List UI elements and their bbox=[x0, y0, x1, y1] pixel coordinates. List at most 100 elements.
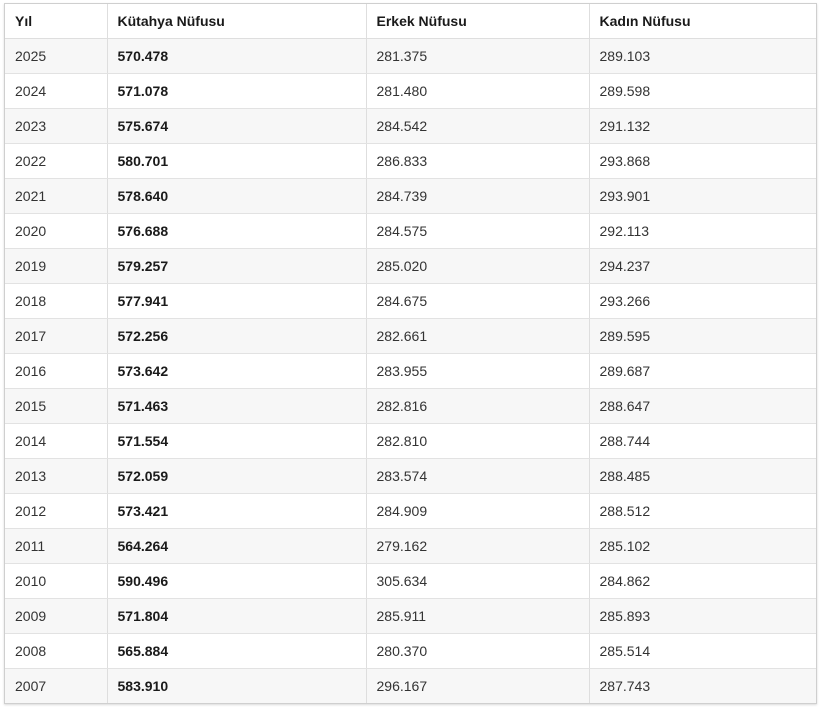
male-population-cell: 282.816 bbox=[365, 388, 590, 424]
total-population-cell: 565.884 bbox=[106, 633, 367, 669]
male-population-cell: 296.167 bbox=[365, 668, 590, 703]
total-population-cell: 573.642 bbox=[106, 353, 367, 389]
male-population-cell: 305.634 bbox=[365, 563, 590, 599]
table-row: 2018 577.941 284.675 293.266 bbox=[5, 283, 816, 319]
header-female-population: Kadın Nüfusu bbox=[588, 4, 816, 39]
table-row: 2011 564.264 279.162 285.102 bbox=[5, 528, 816, 564]
female-population-cell: 293.868 bbox=[588, 143, 816, 179]
total-population-cell: 564.264 bbox=[106, 528, 367, 564]
table-row: 2024 571.078 281.480 289.598 bbox=[5, 73, 816, 109]
total-population-cell: 572.256 bbox=[106, 318, 367, 354]
male-population-cell: 285.911 bbox=[365, 598, 590, 634]
male-population-cell: 285.020 bbox=[365, 248, 590, 284]
year-cell: 2013 bbox=[5, 458, 108, 494]
female-population-cell: 289.687 bbox=[588, 353, 816, 389]
year-cell: 2007 bbox=[5, 668, 108, 703]
table-row: 2009 571.804 285.911 285.893 bbox=[5, 598, 816, 634]
table-row: 2012 573.421 284.909 288.512 bbox=[5, 493, 816, 529]
table-row: 2010 590.496 305.634 284.862 bbox=[5, 563, 816, 599]
total-population-cell: 570.478 bbox=[106, 38, 367, 74]
female-population-cell: 289.103 bbox=[588, 38, 816, 74]
table-row: 2007 583.910 296.167 287.743 bbox=[5, 668, 816, 703]
year-cell: 2011 bbox=[5, 528, 108, 564]
male-population-cell: 279.162 bbox=[365, 528, 590, 564]
female-population-cell: 285.102 bbox=[588, 528, 816, 564]
male-population-cell: 284.909 bbox=[365, 493, 590, 529]
table-row: 2017 572.256 282.661 289.595 bbox=[5, 318, 816, 354]
table-row: 2008 565.884 280.370 285.514 bbox=[5, 633, 816, 669]
table-row: 2019 579.257 285.020 294.237 bbox=[5, 248, 816, 284]
table-row: 2025 570.478 281.375 289.103 bbox=[5, 38, 816, 74]
male-population-cell: 284.739 bbox=[365, 178, 590, 214]
male-population-cell: 283.574 bbox=[365, 458, 590, 494]
male-population-cell: 281.480 bbox=[365, 73, 590, 109]
female-population-cell: 287.743 bbox=[588, 668, 816, 703]
total-population-cell: 579.257 bbox=[106, 248, 367, 284]
total-population-cell: 573.421 bbox=[106, 493, 367, 529]
female-population-cell: 284.862 bbox=[588, 563, 816, 599]
table-row: 2015 571.463 282.816 288.647 bbox=[5, 388, 816, 424]
header-year: Yıl bbox=[5, 4, 108, 39]
female-population-cell: 288.647 bbox=[588, 388, 816, 424]
header-male-population: Erkek Nüfusu bbox=[365, 4, 590, 39]
male-population-cell: 283.955 bbox=[365, 353, 590, 389]
total-population-cell: 571.463 bbox=[106, 388, 367, 424]
year-cell: 2019 bbox=[5, 248, 108, 284]
female-population-cell: 294.237 bbox=[588, 248, 816, 284]
year-cell: 2016 bbox=[5, 353, 108, 389]
male-population-cell: 286.833 bbox=[365, 143, 590, 179]
male-population-cell: 282.810 bbox=[365, 423, 590, 459]
male-population-cell: 284.575 bbox=[365, 213, 590, 249]
female-population-cell: 293.266 bbox=[588, 283, 816, 319]
total-population-cell: 571.554 bbox=[106, 423, 367, 459]
total-population-cell: 583.910 bbox=[106, 668, 367, 703]
table-row: 2021 578.640 284.739 293.901 bbox=[5, 178, 816, 214]
table-row: 2014 571.554 282.810 288.744 bbox=[5, 423, 816, 459]
female-population-cell: 289.595 bbox=[588, 318, 816, 354]
female-population-cell: 285.514 bbox=[588, 633, 816, 669]
male-population-cell: 284.542 bbox=[365, 108, 590, 144]
year-cell: 2018 bbox=[5, 283, 108, 319]
female-population-cell: 285.893 bbox=[588, 598, 816, 634]
header-total-population: Kütahya Nüfusu bbox=[106, 4, 367, 39]
year-cell: 2023 bbox=[5, 108, 108, 144]
total-population-cell: 571.078 bbox=[106, 73, 367, 109]
total-population-cell: 575.674 bbox=[106, 108, 367, 144]
male-population-cell: 280.370 bbox=[365, 633, 590, 669]
total-population-cell: 577.941 bbox=[106, 283, 367, 319]
female-population-cell: 293.901 bbox=[588, 178, 816, 214]
header-row: Yıl Kütahya Nüfusu Erkek Nüfusu Kadın Nü… bbox=[5, 4, 816, 39]
year-cell: 2010 bbox=[5, 563, 108, 599]
table-row: 2022 580.701 286.833 293.868 bbox=[5, 143, 816, 179]
year-cell: 2015 bbox=[5, 388, 108, 424]
year-cell: 2022 bbox=[5, 143, 108, 179]
total-population-cell: 580.701 bbox=[106, 143, 367, 179]
table-header: Yıl Kütahya Nüfusu Erkek Nüfusu Kadın Nü… bbox=[5, 4, 816, 39]
table-row: 2020 576.688 284.575 292.113 bbox=[5, 213, 816, 249]
year-cell: 2024 bbox=[5, 73, 108, 109]
year-cell: 2025 bbox=[5, 38, 108, 74]
year-cell: 2021 bbox=[5, 178, 108, 214]
table-body: 2025 570.478 281.375 289.103 2024 571.078 281.… bbox=[5, 38, 816, 703]
female-population-cell: 288.512 bbox=[588, 493, 816, 529]
total-population-cell: 578.640 bbox=[106, 178, 367, 214]
female-population-cell: 291.132 bbox=[588, 108, 816, 144]
year-cell: 2014 bbox=[5, 423, 108, 459]
year-cell: 2009 bbox=[5, 598, 108, 634]
table-row: 2023 575.674 284.542 291.132 bbox=[5, 108, 816, 144]
year-cell: 2012 bbox=[5, 493, 108, 529]
male-population-cell: 281.375 bbox=[365, 38, 590, 74]
year-cell: 2008 bbox=[5, 633, 108, 669]
female-population-cell: 288.744 bbox=[588, 423, 816, 459]
year-cell: 2020 bbox=[5, 213, 108, 249]
female-population-cell: 289.598 bbox=[588, 73, 816, 109]
female-population-cell: 288.485 bbox=[588, 458, 816, 494]
table-row: 2016 573.642 283.955 289.687 bbox=[5, 353, 816, 389]
total-population-cell: 572.059 bbox=[106, 458, 367, 494]
population-table-container: Yıl Kütahya Nüfusu Erkek Nüfusu Kadın Nü… bbox=[4, 3, 817, 704]
male-population-cell: 284.675 bbox=[365, 283, 590, 319]
total-population-cell: 590.496 bbox=[106, 563, 367, 599]
total-population-cell: 571.804 bbox=[106, 598, 367, 634]
male-population-cell: 282.661 bbox=[365, 318, 590, 354]
year-cell: 2017 bbox=[5, 318, 108, 354]
